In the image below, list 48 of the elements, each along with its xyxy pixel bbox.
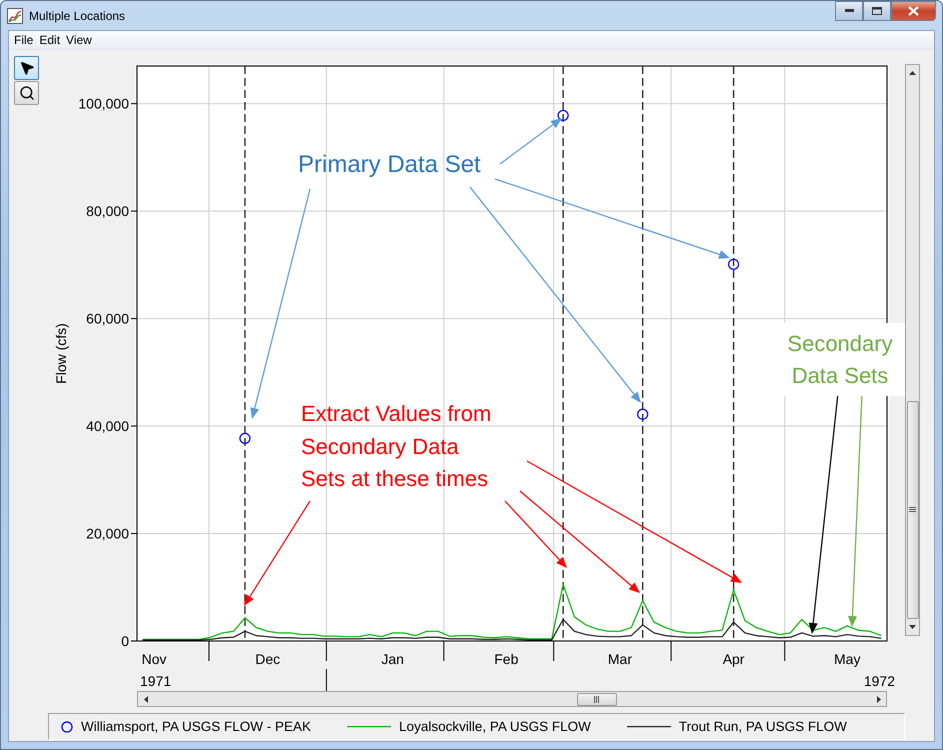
- y-tick-label: 60,000: [86, 310, 129, 327]
- legend-label: Loyalsockville, PA USGS FLOW: [399, 719, 591, 734]
- y-tick-label: 0: [121, 633, 129, 649]
- peak-point: [239, 432, 251, 444]
- down-arrow-icon: [909, 625, 916, 629]
- month-label: May: [834, 651, 860, 667]
- pointer-icon: [18, 60, 34, 76]
- legend-label: Trout Run, PA USGS FLOW: [678, 719, 847, 734]
- scroll-thumb[interactable]: [577, 692, 617, 706]
- pointer-tool-button[interactable]: [14, 56, 39, 80]
- y-tick-label: 40,000: [86, 418, 129, 434]
- peak-point: [637, 408, 648, 420]
- menu-item[interactable]: File: [11, 33, 36, 47]
- maximize-icon: [872, 7, 882, 15]
- right-arrow-icon: [876, 696, 880, 702]
- y-axis-title: Flow (cfs): [53, 323, 69, 384]
- annotation-label: Extract Values from Secondary Data Sets at these times: [301, 400, 492, 493]
- scroll-thumb[interactable]: [906, 401, 918, 619]
- close-button[interactable]: [891, 1, 936, 21]
- horizontal-scrollbar[interactable]: [137, 691, 887, 707]
- year-label: 1972: [864, 673, 895, 689]
- y-tick-label: 80,000: [86, 203, 129, 220]
- maximize-button[interactable]: [863, 1, 891, 21]
- month-label: Mar: [608, 651, 632, 667]
- month-label: Nov: [142, 651, 166, 667]
- annotation-label: Primary Data Set: [298, 150, 482, 180]
- left-arrow-icon: [144, 696, 148, 702]
- month-label: Jan: [381, 651, 404, 667]
- window-title: Multiple Locations: [29, 8, 126, 22]
- chart-app-icon: [7, 8, 23, 24]
- up-arrow-icon: [909, 71, 916, 75]
- menu-item[interactable]: Edit: [36, 33, 64, 47]
- month-label: Apr: [722, 651, 744, 667]
- minimize-button[interactable]: [835, 1, 863, 21]
- year-label: 1971: [140, 673, 172, 689]
- vertical-scrollbar[interactable]: [905, 64, 920, 636]
- y-tick-label: 20,000: [86, 526, 129, 542]
- minimize-icon: [844, 9, 854, 13]
- search-icon: [18, 85, 34, 101]
- zoom-tool-button[interactable]: [14, 81, 39, 105]
- peak-point: [728, 258, 740, 270]
- legend-label: Williamsport, PA USGS FLOW - PEAK: [81, 719, 312, 734]
- peak-point: [558, 110, 569, 122]
- menu-item[interactable]: View: [63, 33, 95, 47]
- month-label: Feb: [494, 651, 518, 667]
- close-icon: [908, 6, 919, 16]
- y-tick-label: 100,000: [78, 96, 129, 112]
- month-label: Dec: [255, 651, 280, 667]
